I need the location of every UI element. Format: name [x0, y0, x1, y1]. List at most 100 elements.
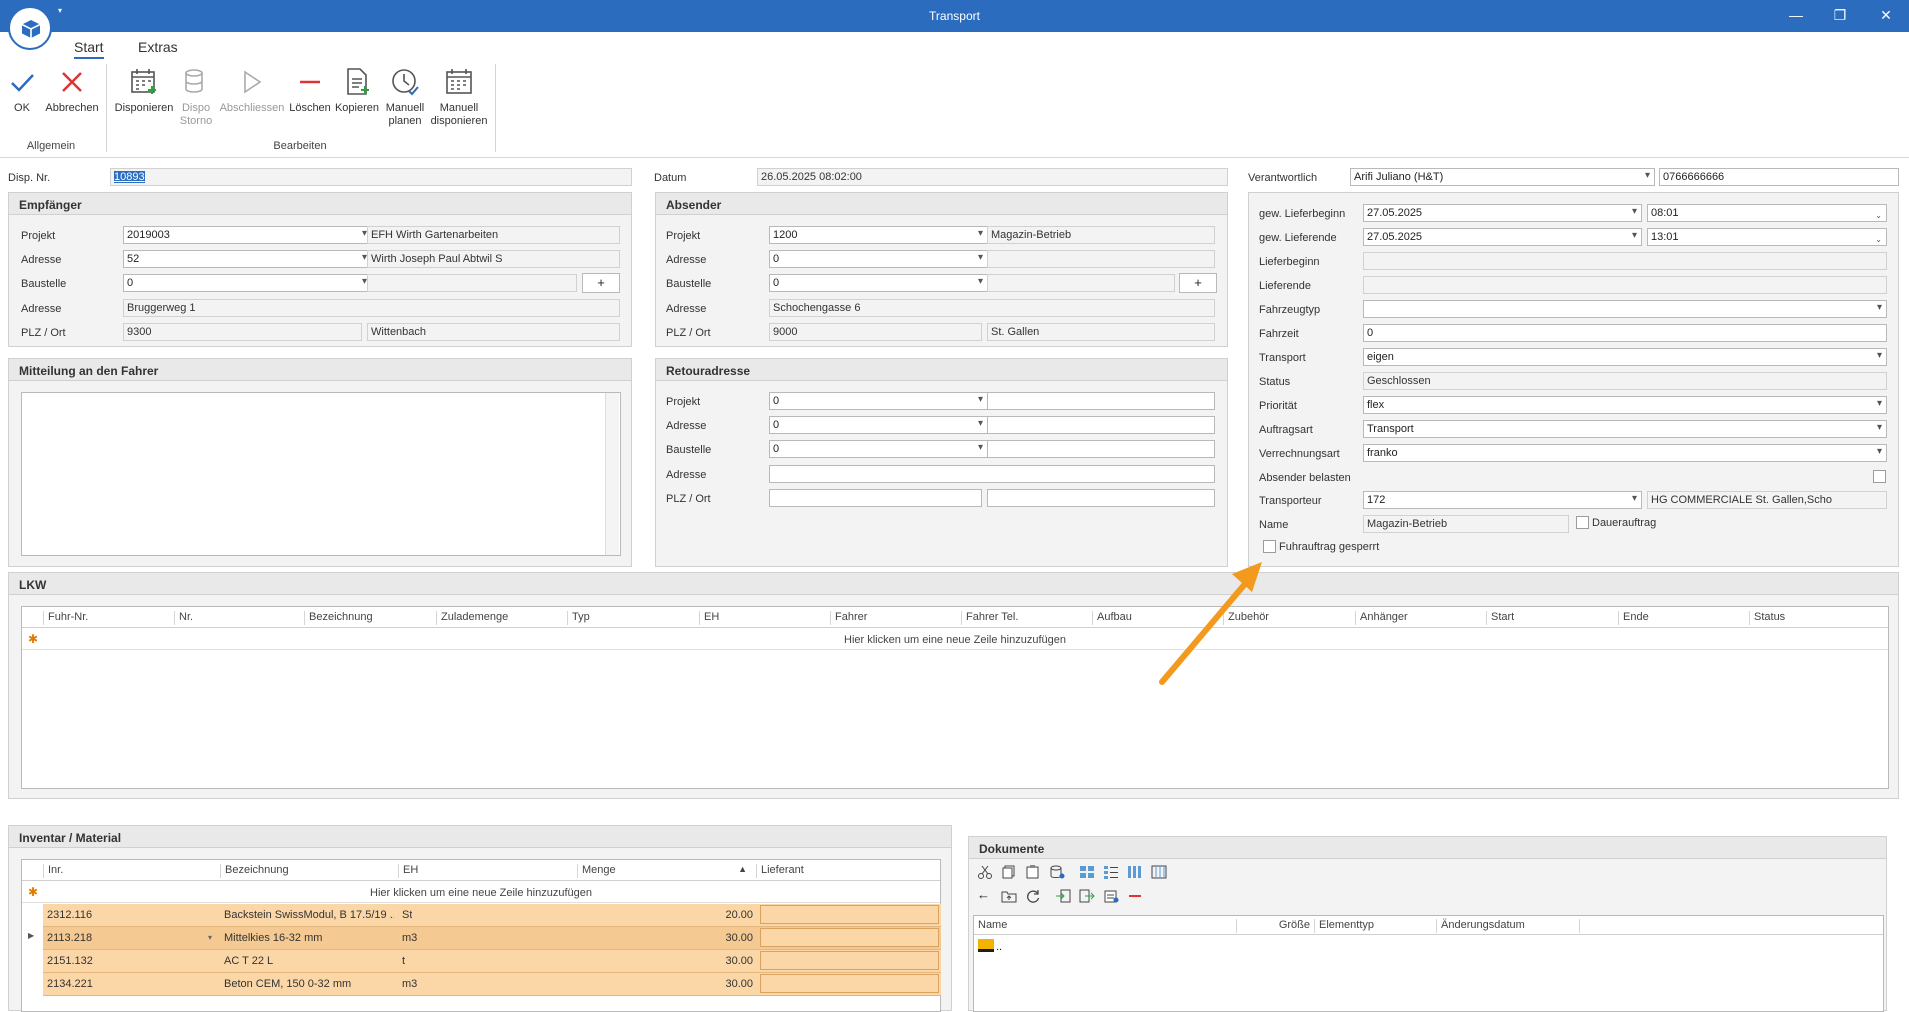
export-icon[interactable]: [1079, 889, 1095, 903]
retour-strasse-field[interactable]: [769, 465, 1215, 483]
lkw-col-status[interactable]: Status: [1749, 611, 1785, 625]
prioritaet-dropdown[interactable]: flex: [1363, 396, 1887, 414]
inventar-lieferant-cell[interactable]: [760, 905, 939, 924]
inventar-col-lieferant[interactable]: Lieferant: [756, 864, 804, 878]
datum-field[interactable]: 26.05.2025 08:02:00: [757, 168, 1228, 186]
empfaenger-projekt-dropdown[interactable]: 2019003: [123, 226, 372, 244]
absender-projekt-dropdown[interactable]: 1200: [769, 226, 988, 244]
paste-icon[interactable]: [1025, 865, 1041, 879]
ok-button[interactable]: OK: [6, 66, 38, 115]
lkw-col-anhaenger[interactable]: Anhänger: [1355, 611, 1408, 625]
retour-projekt-name[interactable]: [987, 392, 1215, 410]
tab-extras[interactable]: Extras: [138, 39, 178, 55]
inventar-lieferant-cell[interactable]: [760, 928, 939, 947]
copy-icon[interactable]: [1001, 865, 1017, 879]
inventar-inr-dropdown-icon[interactable]: ▾: [208, 933, 212, 942]
kopieren-button[interactable]: Kopieren: [334, 66, 380, 115]
database-link-icon[interactable]: [1049, 865, 1065, 879]
lkw-col-fahrer[interactable]: Fahrer: [830, 611, 867, 625]
inventar-col-inr[interactable]: Inr.: [43, 864, 63, 878]
transport-dropdown[interactable]: eigen: [1363, 348, 1887, 366]
app-logo-icon[interactable]: [8, 6, 52, 50]
lkw-col-fahrer-tel[interactable]: Fahrer Tel.: [961, 611, 1018, 625]
lkw-col-zuladenmenge[interactable]: Zulademenge: [436, 611, 508, 625]
empfaenger-baustelle-dropdown[interactable]: 0: [123, 274, 372, 292]
lkw-col-typ[interactable]: Typ: [567, 611, 590, 625]
view-small-icons-icon[interactable]: [1103, 865, 1119, 879]
retour-baustelle-dropdown[interactable]: 0: [769, 440, 988, 458]
view-list-icon[interactable]: [1127, 865, 1143, 879]
back-arrow-icon[interactable]: ←: [977, 887, 990, 902]
verrechnungsart-dropdown[interactable]: franko: [1363, 444, 1887, 462]
retour-adresse-name[interactable]: [987, 416, 1215, 434]
dokumente-col-aenderungsdatum[interactable]: Änderungsdatum: [1436, 919, 1580, 933]
view-details-icon[interactable]: [1151, 865, 1167, 879]
absender-baustelle-dropdown[interactable]: 0: [769, 274, 988, 292]
minimize-button[interactable]: —: [1784, 6, 1808, 24]
abbrechen-button[interactable]: Abbrechen: [44, 66, 100, 115]
lieferbeginn-gew-date[interactable]: 27.05.2025: [1363, 204, 1642, 222]
close-button[interactable]: ✕: [1874, 6, 1898, 24]
lkw-grid[interactable]: Fuhr-Nr. Nr. Bezeichnung Zulademenge Typ…: [21, 606, 1889, 789]
import-icon[interactable]: [1055, 889, 1071, 903]
lkw-col-ende[interactable]: Ende: [1618, 611, 1649, 625]
mitteilung-scrollbar[interactable]: [605, 393, 619, 555]
absender-add-baustelle-button[interactable]: +: [1179, 273, 1217, 293]
empfaenger-add-baustelle-button[interactable]: +: [582, 273, 620, 293]
verantwortlich-dropdown[interactable]: Arifi Juliano (H&T): [1350, 168, 1655, 186]
mitteilung-textarea[interactable]: [21, 392, 621, 556]
inventar-row[interactable]: 2312.116 Backstein SwissModul, B 17.5/19…: [43, 904, 941, 927]
lieferende-gew-time[interactable]: 13:01: [1647, 228, 1887, 246]
dokumente-col-elementtyp[interactable]: Elementtyp: [1314, 919, 1436, 933]
phone-field[interactable]: 0766666666: [1659, 168, 1899, 186]
lkw-col-fuhrnr[interactable]: Fuhr-Nr.: [43, 611, 88, 625]
lieferbeginn-gew-time[interactable]: 08:01: [1647, 204, 1887, 222]
inventar-lieferant-cell[interactable]: [760, 974, 939, 993]
dispo-storno-button[interactable]: Dispo Storno: [176, 66, 216, 128]
retour-plz-field[interactable]: [769, 489, 982, 507]
inventar-col-menge[interactable]: Menge ▲: [577, 864, 755, 878]
absender-adresse-dropdown[interactable]: 0: [769, 250, 988, 268]
auftragsart-dropdown[interactable]: Transport: [1363, 420, 1887, 438]
inventar-add-row[interactable]: ✱ Hier klicken um eine neue Zeile hinzuz…: [22, 882, 940, 903]
absender-belasten-checkbox[interactable]: [1873, 470, 1886, 483]
fahrzeugtyp-dropdown[interactable]: [1363, 300, 1887, 318]
disp-nr-field[interactable]: 10893: [110, 168, 632, 186]
lieferende-gew-date[interactable]: 27.05.2025: [1363, 228, 1642, 246]
delete-icon[interactable]: [1129, 895, 1141, 897]
inventar-row[interactable]: 2151.132 AC T 22 L t 30.00: [43, 950, 941, 973]
loeschen-button[interactable]: Löschen: [288, 66, 332, 115]
retour-ort-field[interactable]: [987, 489, 1215, 507]
manuell-planen-button[interactable]: Manuell planen: [382, 66, 428, 128]
inventar-grid[interactable]: Inr. Bezeichnung EH Menge ▲ Lieferant ✱ H…: [21, 859, 941, 1012]
lkw-col-nr[interactable]: Nr.: [174, 611, 193, 625]
restore-button[interactable]: ❐: [1828, 6, 1852, 24]
dokumente-list[interactable]: Name Größe Elementtyp Änderungsdatum ..: [973, 915, 1884, 1012]
transporteur-dropdown[interactable]: 172: [1363, 491, 1642, 509]
retour-projekt-dropdown[interactable]: 0: [769, 392, 988, 410]
dokumente-col-groesse[interactable]: Größe: [1236, 919, 1314, 933]
refresh-icon[interactable]: [1025, 889, 1041, 903]
quick-access-dropdown-icon[interactable]: ▾: [58, 6, 62, 15]
inventar-col-bezeichnung[interactable]: Bezeichnung: [220, 864, 289, 878]
dokumente-col-name[interactable]: Name: [974, 919, 1236, 933]
inventar-col-eh[interactable]: EH: [398, 864, 418, 878]
lkw-col-aufbau[interactable]: Aufbau: [1092, 611, 1132, 625]
tab-start[interactable]: Start: [74, 39, 104, 59]
inventar-lieferant-cell[interactable]: [760, 951, 939, 970]
inventar-row[interactable]: 2134.221 Beton CEM, 150 0-32 mm m3 30.00: [43, 973, 941, 996]
lkw-add-row[interactable]: ✱ Hier klicken um eine neue Zeile hinzuz…: [22, 629, 1888, 650]
lkw-col-eh[interactable]: EH: [699, 611, 719, 625]
disponieren-button[interactable]: Disponieren: [112, 66, 176, 115]
empfaenger-adresse-dropdown[interactable]: 52: [123, 250, 372, 268]
clipboard-list-icon[interactable]: [1103, 889, 1119, 903]
lkw-col-bezeichnung[interactable]: Bezeichnung: [304, 611, 373, 625]
fahrzeit-field[interactable]: 0: [1363, 324, 1887, 342]
view-large-icons-icon[interactable]: [1079, 865, 1095, 879]
retour-adresse-dropdown[interactable]: 0: [769, 416, 988, 434]
cut-icon[interactable]: [977, 865, 993, 879]
dauerauftrag-checkbox[interactable]: [1576, 516, 1589, 529]
manuell-disponieren-button[interactable]: Manuell disponieren: [430, 66, 488, 128]
lkw-col-start[interactable]: Start: [1486, 611, 1514, 625]
inventar-row-selected[interactable]: ▶ 2113.218 ▾ Mittelkies 16-32 mm m3 30.0…: [28, 927, 941, 950]
